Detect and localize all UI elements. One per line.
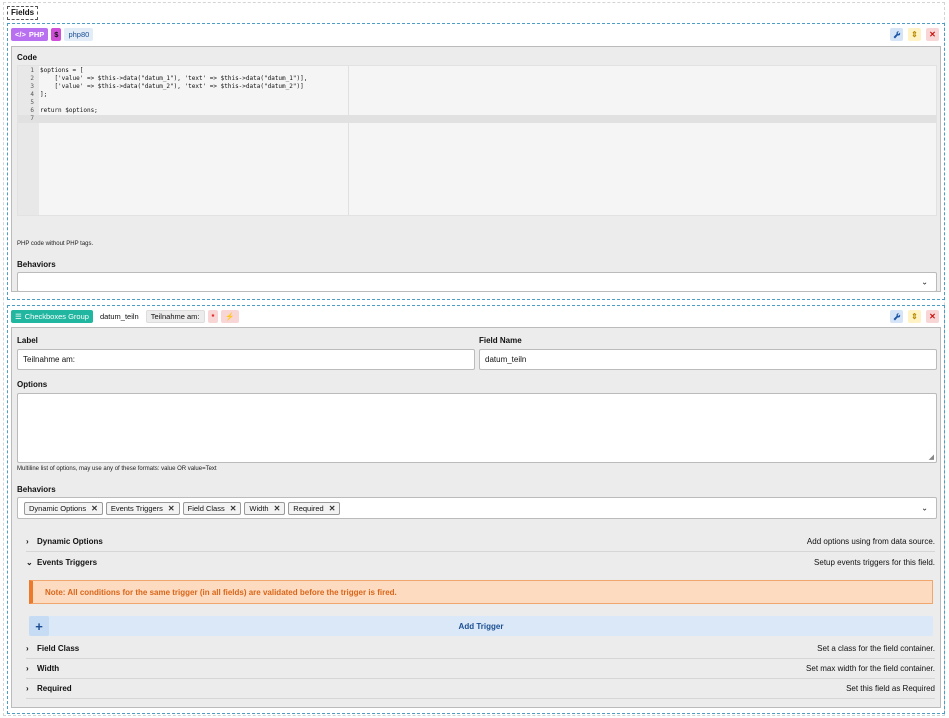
remove-tag-icon[interactable]: ✕ bbox=[230, 504, 237, 513]
options-label: Options bbox=[17, 380, 48, 389]
field-name-badge: datum_teiln bbox=[95, 310, 143, 323]
checkbox-type-badge[interactable]: ☰ Checkboxes Group bbox=[11, 310, 93, 323]
chevron-down-icon: ⌄ bbox=[26, 557, 33, 567]
wrench-icon[interactable] bbox=[890, 310, 903, 323]
checkbox-field-controls: ⇕ ✕ bbox=[890, 310, 939, 323]
accordion-dynamic-options[interactable]: › Dynamic Options Add options using from … bbox=[26, 532, 935, 552]
behavior-tag: Events Triggers ✕ bbox=[105, 502, 180, 515]
code-line: 6 return $options; bbox=[30, 107, 98, 114]
chevron-right-icon: › bbox=[26, 537, 29, 546]
chevron-down-icon: ⌄ bbox=[921, 277, 928, 287]
accordion-desc: Add options using from data source. bbox=[806, 537, 935, 546]
code-label: Code bbox=[17, 53, 37, 62]
code-editor[interactable]: 1 $options = [ 2 ['value' => $this->data(… bbox=[17, 65, 937, 216]
fields-tab[interactable]: Fields bbox=[7, 6, 39, 20]
php-field-body: Code 1 $options = [ 2 ['value' => $this->… bbox=[11, 46, 941, 292]
plus-icon[interactable]: + bbox=[29, 616, 49, 636]
resize-handle-icon[interactable]: ◢ bbox=[929, 453, 934, 461]
label-input[interactable]: Teilnahme am: bbox=[17, 349, 475, 370]
checkbox-field-header: ☰ Checkboxes Group datum_teiln Teilnahme… bbox=[11, 310, 239, 323]
php-dollar-badge: $ bbox=[51, 28, 62, 41]
behaviors-multiselect[interactable]: Dynamic Options ✕ Events Triggers ✕ Field … bbox=[17, 497, 937, 519]
behaviors-label: Behaviors bbox=[17, 485, 56, 494]
options-textarea[interactable]: ◢ bbox=[17, 393, 937, 463]
accordion-width[interactable]: › Width Set max width for the field conta… bbox=[26, 659, 935, 679]
code-icon: </> bbox=[15, 30, 26, 39]
behaviors-label: Behaviors bbox=[17, 260, 56, 269]
trigger-note: Note: All conditions for the same trigge… bbox=[29, 580, 933, 604]
code-line: 5 bbox=[30, 99, 34, 106]
php-field-section: </> PHP $ php80 ⇕ ✕ Code 1 $options = [ 2… bbox=[7, 23, 945, 300]
code-help-text: PHP code without PHP tags. bbox=[17, 241, 94, 247]
accordion-field-class[interactable]: › Field Class Set a class for the field c… bbox=[26, 639, 935, 659]
list-check-icon: ☰ bbox=[15, 312, 22, 321]
accordion-desc: Set a class for the field container. bbox=[817, 644, 935, 653]
code-line: 1 $options = [ bbox=[30, 67, 84, 74]
php-type-badge[interactable]: </> PHP bbox=[11, 28, 49, 41]
remove-tag-icon[interactable]: ✕ bbox=[168, 504, 175, 513]
required-badge: * bbox=[207, 310, 219, 323]
php-name-badge: php80 bbox=[64, 28, 94, 41]
behavior-tag: Dynamic Options ✕ bbox=[24, 502, 103, 515]
fieldname-label: Field Name bbox=[479, 336, 522, 345]
behavior-tags: Dynamic Options ✕ Events Triggers ✕ Field … bbox=[24, 502, 341, 515]
php-field-header: </> PHP $ php80 bbox=[11, 28, 94, 41]
move-icon[interactable]: ⇕ bbox=[908, 28, 921, 41]
chevron-right-icon: › bbox=[26, 664, 29, 673]
move-icon[interactable]: ⇕ bbox=[908, 310, 921, 323]
field-label-badge: Teilnahme am: bbox=[145, 310, 205, 323]
code-line-active: 7 bbox=[18, 115, 936, 123]
accordion-desc: Set max width for the field container. bbox=[806, 664, 935, 673]
fieldname-input[interactable]: datum_teiln bbox=[479, 349, 937, 370]
accordion-events-triggers[interactable]: ⌄ Events Triggers Setup events triggers f… bbox=[26, 552, 935, 572]
chevron-down-icon: ⌄ bbox=[921, 503, 928, 513]
code-line: 3 ['value' => $this->data("datum_2"), 't… bbox=[30, 83, 304, 90]
wrench-icon[interactable] bbox=[890, 28, 903, 41]
chevron-right-icon: › bbox=[26, 644, 29, 653]
checkbox-field-body: Label Teilnahme am: Field Name datum_tei… bbox=[11, 327, 941, 708]
behavior-tag: Required ✕ bbox=[288, 502, 341, 515]
accordion-required[interactable]: › Required Set this field as Required bbox=[26, 679, 935, 699]
add-trigger-button[interactable]: + Add Trigger bbox=[29, 616, 933, 636]
remove-tag-icon[interactable]: ✕ bbox=[329, 504, 336, 513]
checkbox-field-section: ☰ Checkboxes Group datum_teiln Teilnahme… bbox=[7, 305, 945, 714]
label-label: Label bbox=[17, 336, 38, 345]
behavior-tag: Field Class ✕ bbox=[182, 502, 242, 515]
code-line: 2 ['value' => $this->data("datum_1"), 't… bbox=[30, 75, 308, 82]
accordion-desc: Set this field as Required bbox=[846, 684, 935, 693]
accordion-desc: Setup events triggers for this field. bbox=[814, 557, 935, 567]
options-help-text: Multiline list of options, may use any o… bbox=[17, 466, 217, 472]
close-icon[interactable]: ✕ bbox=[926, 310, 939, 323]
php-field-controls: ⇕ ✕ bbox=[890, 28, 939, 41]
chevron-right-icon: › bbox=[26, 684, 29, 693]
behaviors-select[interactable]: ⌄ bbox=[17, 272, 937, 292]
close-icon[interactable]: ✕ bbox=[926, 28, 939, 41]
remove-tag-icon[interactable]: ✕ bbox=[91, 504, 98, 513]
behavior-tag: Width ✕ bbox=[244, 502, 286, 515]
code-line: 4]; bbox=[30, 91, 48, 98]
events-badge: ⚡ bbox=[221, 310, 239, 323]
remove-tag-icon[interactable]: ✕ bbox=[274, 504, 281, 513]
